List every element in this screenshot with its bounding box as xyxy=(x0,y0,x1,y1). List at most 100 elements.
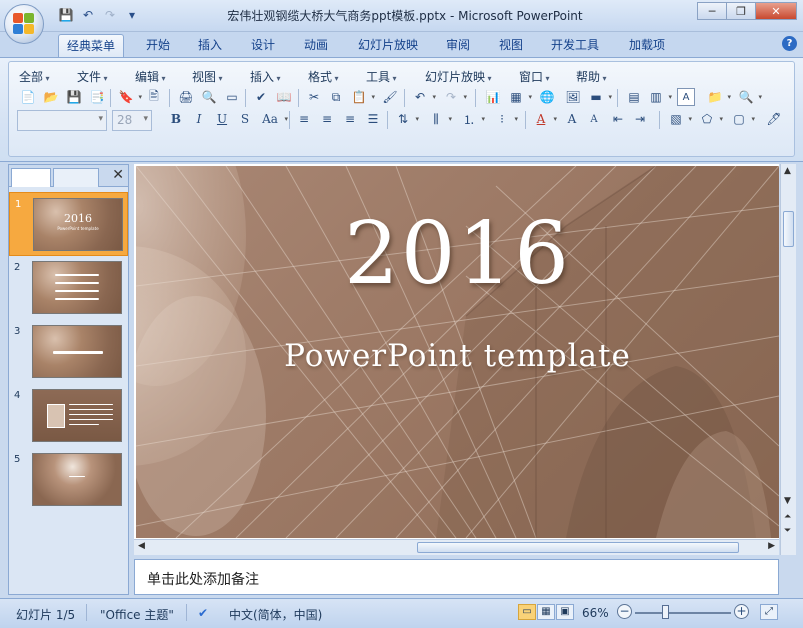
menu-edit[interactable]: 编辑 xyxy=(135,68,166,85)
restore-button[interactable]: ❐ xyxy=(726,2,756,20)
hyperlink-icon[interactable]: 🌐 xyxy=(538,88,556,106)
minimize-button[interactable]: ─ xyxy=(697,2,727,20)
permission-icon[interactable]: 🔖 xyxy=(117,88,142,106)
font-size-box[interactable]: 28 xyxy=(112,110,152,131)
tab-developer[interactable]: 开发工具 xyxy=(543,34,607,57)
menu-insert[interactable]: 插入 xyxy=(250,68,281,85)
cut-icon[interactable]: ✂ xyxy=(305,88,323,106)
layout-icon[interactable]: ▭ xyxy=(223,88,241,106)
vertical-scrollbar[interactable]: ▲ ▼ ⏶ ⏷ xyxy=(780,164,796,555)
save-icon[interactable]: 💾 xyxy=(65,88,83,106)
format-painter-icon[interactable]: 🖌 xyxy=(381,88,399,106)
close-pane-icon[interactable]: ✕ xyxy=(112,167,124,183)
grow-font-button[interactable]: A xyxy=(563,110,581,128)
chart-icon[interactable]: 📊 xyxy=(484,88,502,106)
zoom-slider-knob[interactable] xyxy=(662,605,669,619)
align-center-icon[interactable]: ≡ xyxy=(318,110,336,128)
close-button[interactable]: ✕ xyxy=(755,2,797,20)
scroll-down-icon[interactable]: ▼ xyxy=(784,496,791,506)
tab-home[interactable]: 开始 xyxy=(136,34,180,57)
new-icon[interactable]: 📄 xyxy=(19,88,37,106)
increase-indent-icon[interactable]: ⇥ xyxy=(631,110,649,128)
menu-file[interactable]: 文件 xyxy=(77,68,108,85)
menu-tools[interactable]: 工具 xyxy=(366,68,397,85)
underline-button[interactable]: U xyxy=(213,110,231,128)
print-preview-icon[interactable]: 🖹 xyxy=(145,88,163,106)
align-right-icon[interactable]: ≡ xyxy=(341,110,359,128)
shrink-font-button[interactable]: A xyxy=(585,110,603,128)
slide-subtitle[interactable]: PowerPoint template xyxy=(136,338,779,374)
tab-insert[interactable]: 插入 xyxy=(188,34,232,57)
folder-icon[interactable]: 📁 xyxy=(706,88,731,106)
redo-icon[interactable]: ↷ xyxy=(102,7,118,23)
tab-view[interactable]: 视图 xyxy=(489,34,533,57)
spell-check-icon[interactable]: ✔ xyxy=(198,606,208,620)
next-slide-icon[interactable]: ⏷ xyxy=(784,526,791,536)
change-case-button[interactable]: Aa xyxy=(259,110,288,128)
arrange-icon[interactable]: ▧ xyxy=(667,110,692,128)
preview-icon[interactable]: 🔍 xyxy=(200,88,218,106)
scroll-left-icon[interactable]: ◀ xyxy=(138,541,145,551)
slide-thumbnail-4[interactable]: 4 xyxy=(9,384,128,448)
new-slide-icon[interactable]: ▤ xyxy=(625,88,643,106)
tab-animation[interactable]: 动画 xyxy=(294,34,338,57)
undo-icon[interactable]: ↶ xyxy=(411,88,436,106)
normal-view-button[interactable]: ▭ xyxy=(518,604,536,620)
paste-icon[interactable]: 📋 xyxy=(350,88,375,106)
bold-button[interactable]: B xyxy=(167,110,185,128)
font-color-button[interactable]: A xyxy=(532,110,557,128)
italic-button[interactable]: I xyxy=(190,110,208,128)
shapes-icon[interactable]: ⬠ xyxy=(698,110,723,128)
menu-slideshow[interactable]: 幻灯片放映 xyxy=(425,68,492,85)
menu-view[interactable]: 视图 xyxy=(192,68,223,85)
help-icon[interactable]: ? xyxy=(782,36,797,51)
columns-icon[interactable]: ⫼ xyxy=(427,110,452,128)
horizontal-scroll-thumb[interactable] xyxy=(417,542,739,553)
tab-addins[interactable]: 加载项 xyxy=(620,34,674,57)
zoom-out-button[interactable]: − xyxy=(617,604,632,619)
tab-outline[interactable] xyxy=(53,168,99,187)
customize-qat-icon[interactable]: ▾ xyxy=(124,7,140,23)
previous-slide-icon[interactable]: ⏶ xyxy=(784,512,791,522)
tab-slides[interactable] xyxy=(11,168,51,187)
scroll-right-icon[interactable]: ▶ xyxy=(768,541,775,551)
office-button[interactable] xyxy=(4,4,44,44)
vertical-scroll-thumb[interactable] xyxy=(783,211,794,247)
slide-thumbnail-1[interactable]: 1 2016 PowerPoint template xyxy=(9,192,128,256)
justify-icon[interactable]: ☰ xyxy=(364,110,382,128)
slide-title[interactable]: 2016 xyxy=(136,204,779,304)
slide-thumbnail-5[interactable]: 5 xyxy=(9,448,128,512)
numbering-icon[interactable]: ⒈ xyxy=(460,110,485,128)
color-grayscale-icon[interactable]: ▬ xyxy=(587,88,612,106)
tab-classic-menu[interactable]: 经典菜单 xyxy=(58,34,124,57)
menu-help[interactable]: 帮助 xyxy=(576,68,607,85)
undo-icon[interactable]: ↶ xyxy=(80,7,96,23)
textbox-icon[interactable]: A xyxy=(677,88,695,106)
save-as-icon[interactable]: 📑 xyxy=(88,88,106,106)
menu-all[interactable]: 全部 xyxy=(19,68,50,85)
scroll-up-icon[interactable]: ▲ xyxy=(784,166,791,176)
picture-icon[interactable]: 🖼 xyxy=(564,88,582,106)
open-icon[interactable]: 📂 xyxy=(42,88,60,106)
bullets-icon[interactable]: ⁝ xyxy=(493,110,518,128)
tab-design[interactable]: 设计 xyxy=(241,34,285,57)
notes-pane[interactable]: 单击此处添加备注 xyxy=(134,559,779,595)
fit-to-window-icon[interactable]: ⤢ xyxy=(760,604,778,620)
font-name-box[interactable] xyxy=(17,110,107,131)
zoom-in-button[interactable]: + xyxy=(734,604,749,619)
spelling-icon[interactable]: ✔ xyxy=(252,88,270,106)
current-slide[interactable]: 2016 PowerPoint template xyxy=(136,166,779,538)
zoom-slider[interactable] xyxy=(635,612,731,614)
find-icon[interactable]: 🔍 xyxy=(737,88,762,106)
print-icon[interactable]: 🖨 xyxy=(177,88,195,106)
layout-dropdown-icon[interactable]: ▥ xyxy=(647,88,672,106)
copy-icon[interactable]: ⧉ xyxy=(327,88,345,106)
tab-slideshow[interactable]: 幻灯片放映 xyxy=(350,34,426,57)
slide-thumbnail-3[interactable]: 3 xyxy=(9,320,128,384)
table-icon[interactable]: ▦ xyxy=(507,88,532,106)
slide-sorter-button[interactable]: ▦ xyxy=(537,604,555,620)
shadow-button[interactable]: S xyxy=(236,110,254,128)
redo-icon[interactable]: ↷ xyxy=(442,88,467,106)
language[interactable]: 中文(简体，中国) xyxy=(229,606,322,623)
research-icon[interactable]: 📖 xyxy=(275,88,293,106)
